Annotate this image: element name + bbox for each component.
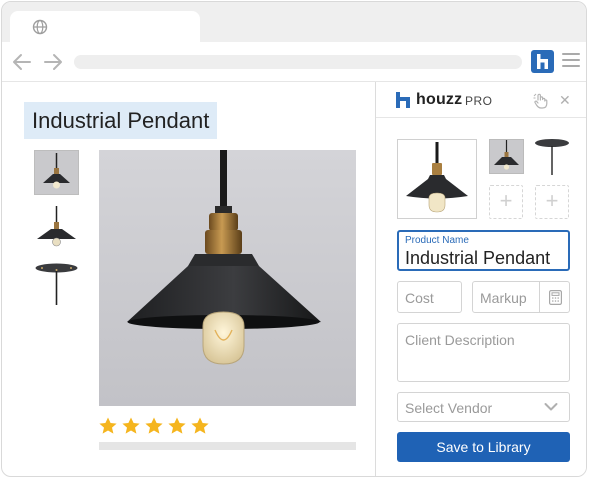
arrow-right-icon[interactable] <box>42 52 64 72</box>
chevron-down-icon <box>544 403 558 411</box>
cost-placeholder: Cost <box>405 290 434 306</box>
markup-placeholder: Markup <box>480 290 527 306</box>
placeholder-bar <box>99 442 356 450</box>
product-thumbnail-1[interactable] <box>34 150 79 195</box>
client-description-placeholder: Client Description <box>405 332 515 348</box>
star-icon <box>145 417 163 434</box>
add-image-slot-1[interactable]: + <box>489 185 523 219</box>
arrow-left-icon[interactable] <box>11 52 33 72</box>
client-description-textarea[interactable]: Client Description <box>397 323 570 382</box>
vendor-select[interactable]: Select Vendor <box>397 392 570 422</box>
product-thumbnail-3[interactable] <box>34 262 79 307</box>
selected-product-image[interactable] <box>397 139 477 219</box>
houzz-h-icon[interactable] <box>531 50 554 73</box>
product-thumbnail-2[interactable] <box>34 206 79 251</box>
brand-name: houzz <box>416 91 463 108</box>
product-name-field[interactable]: Product Name Industrial Pendant <box>397 230 570 271</box>
star-icon <box>99 417 117 434</box>
image-option-1[interactable] <box>489 139 524 174</box>
hamburger-icon[interactable] <box>562 53 580 69</box>
globe-icon <box>32 19 48 35</box>
product-main-image[interactable] <box>99 150 356 406</box>
browser-tab[interactable] <box>10 11 200 42</box>
product-name-value: Industrial Pendant <box>405 248 551 268</box>
address-bar[interactable] <box>74 55 522 69</box>
rating-stars <box>98 416 210 436</box>
star-icon <box>122 417 140 434</box>
product-name-label: Product Name <box>405 235 469 246</box>
save-to-library-button[interactable]: Save to Library <box>397 432 570 462</box>
houzz-logo-icon <box>396 92 410 108</box>
calculator-button[interactable] <box>539 282 570 312</box>
close-icon[interactable]: ✕ <box>559 92 571 109</box>
product-title: Industrial Pendant <box>24 102 218 139</box>
houzz-pro-panel: houzz PRO ✕ + + Product Name Industrial … <box>375 82 586 476</box>
pointer-hand-icon[interactable] <box>533 93 549 109</box>
browser-toolbar <box>2 42 586 82</box>
panel-header: houzz PRO ✕ <box>376 82 586 118</box>
tab-strip <box>2 2 586 42</box>
calculator-icon <box>549 290 562 305</box>
cost-input[interactable]: Cost <box>397 281 462 313</box>
product-page: Industrial Pendant <box>2 82 375 476</box>
browser-window: Industrial Pendant houzz PRO ✕ + + Produ… <box>1 1 587 477</box>
image-option-2[interactable] <box>534 137 570 175</box>
vendor-placeholder: Select Vendor <box>405 400 493 416</box>
add-image-slot-2[interactable]: + <box>535 185 569 219</box>
star-icon <box>191 417 209 434</box>
star-icon <box>168 417 186 434</box>
brand-suffix: PRO <box>465 94 493 108</box>
